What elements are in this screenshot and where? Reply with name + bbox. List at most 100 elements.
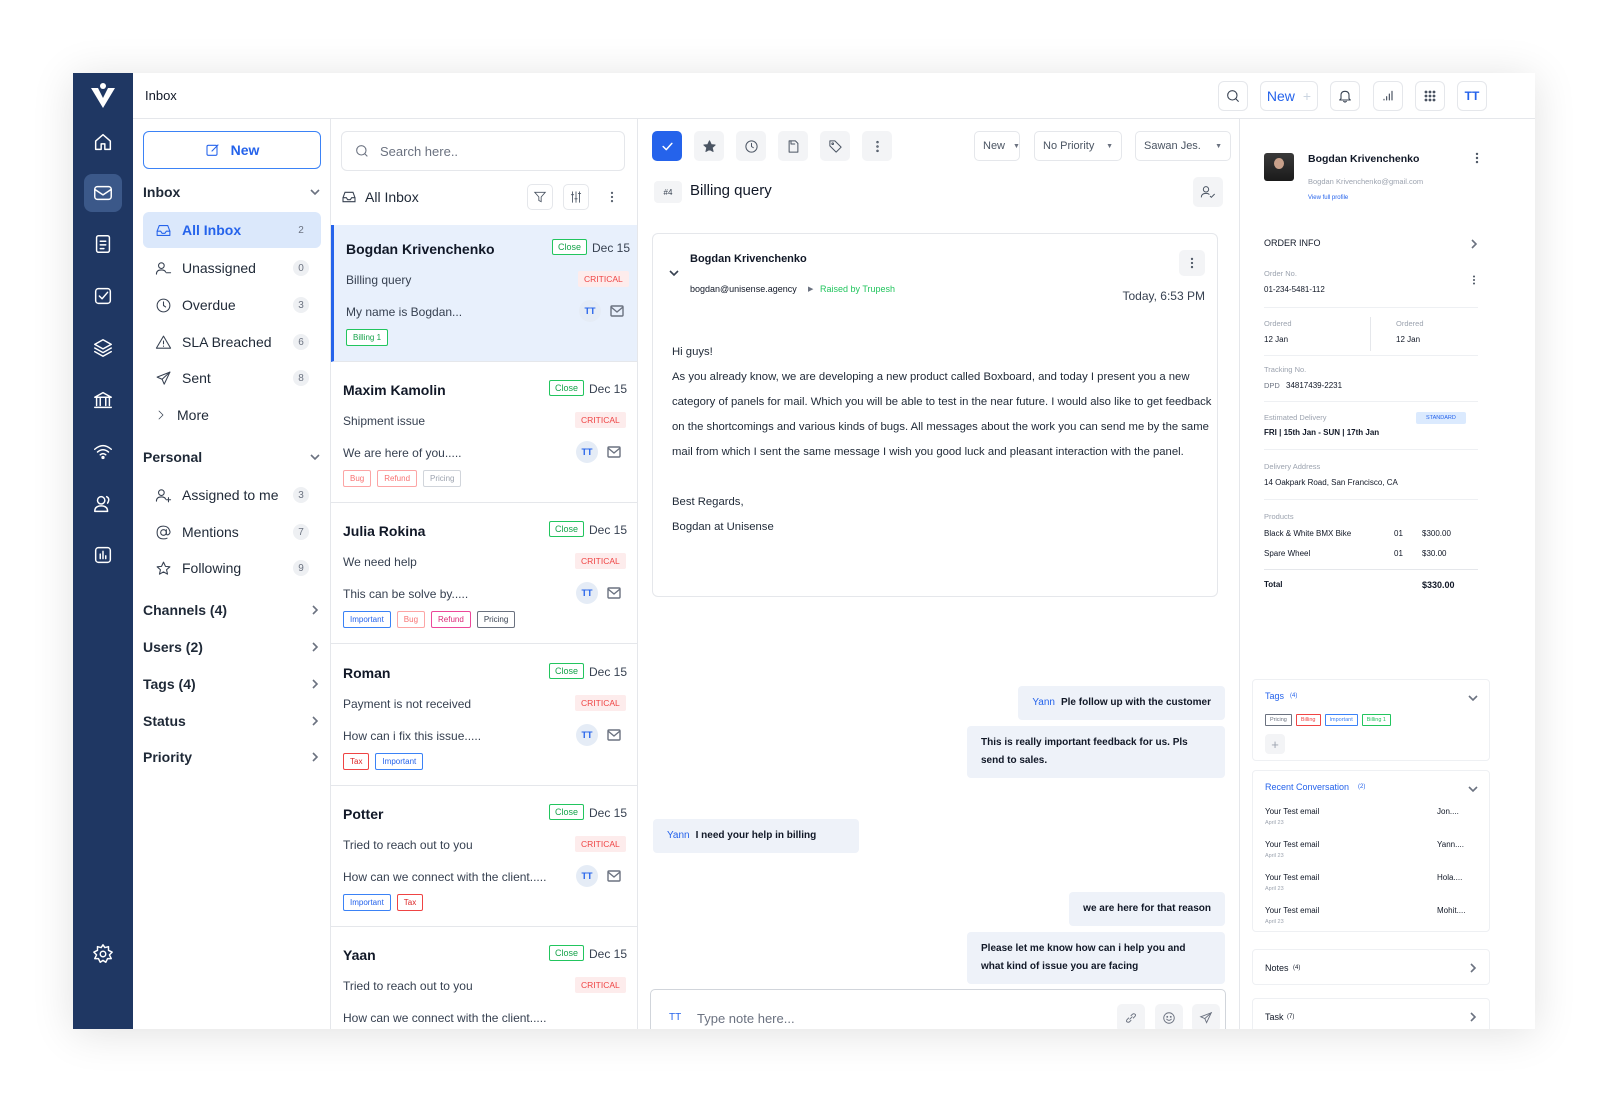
tag-chip[interactable]: Important [343,611,391,628]
inbox-section-toggle[interactable]: Inbox [143,181,321,203]
tracking-number[interactable]: 34817439-2231 [1286,381,1342,390]
tag-chip[interactable]: Important [1324,714,1358,726]
status-select[interactable]: New ▼ [974,131,1020,161]
snooze-button[interactable] [736,131,766,161]
view-full-profile-link[interactable]: View full profile [1308,195,1348,201]
note-composer[interactable]: TT Type note here... [650,989,1226,1029]
filter-button[interactable] [527,184,553,210]
emoji-button[interactable] [1155,1004,1183,1029]
app-logo[interactable] [88,81,118,111]
status-badge[interactable]: Close [549,521,585,537]
search-input[interactable]: Search here.. [341,131,625,171]
nav-group-status[interactable]: Status [143,710,321,732]
notes-card[interactable]: Notes (4) [1252,949,1490,985]
more-vertical-icon[interactable] [1468,274,1480,286]
priority-select[interactable]: No Priority ▼ [1034,131,1122,161]
layers-icon[interactable] [84,329,122,367]
conversation-item[interactable]: Yaan Close Dec 15 Tried to reach out to you… [331,931,637,1029]
bank-icon[interactable] [84,381,122,419]
save-button[interactable] [778,131,808,161]
conversation-item[interactable]: Roman Close Dec 15 Payment is not received C… [331,649,637,786]
assign-user-button[interactable] [1193,177,1223,207]
assignee-select[interactable]: Sawan Jes. ▼ [1135,131,1231,161]
nav-group-priority[interactable]: Priority [143,746,321,768]
tags-heading[interactable]: Tags [1265,691,1284,701]
tag-chip[interactable]: Tax [343,753,370,770]
tag-chip[interactable]: Important [343,894,391,911]
list-menu-button[interactable] [599,184,625,210]
analytics-icon[interactable] [84,536,122,574]
status-badge[interactable]: Close [549,804,585,820]
nav-group-channels[interactable]: Channels (4) [143,599,321,621]
star-button[interactable] [694,131,724,161]
chevron-down-icon[interactable] [1467,692,1479,704]
nav-item-all-inbox[interactable]: All Inbox 2 [143,212,321,248]
nav-item-following[interactable]: Following 9 [143,550,321,586]
tag-chip[interactable]: Tax [396,894,424,911]
nav-item-mentions[interactable]: Mentions 7 [143,514,321,550]
tag-chip[interactable]: Refund [431,611,471,628]
recent-conversation-row[interactable]: Your Test email April 23 Mohit.... [1265,906,1477,936]
send-button[interactable] [1192,1004,1220,1029]
compose-new-button[interactable]: New [143,131,321,169]
global-search-button[interactable] [1218,81,1248,111]
tag-chip[interactable]: Pricing [476,611,516,628]
tag-chip[interactable]: Billing [1295,714,1321,726]
user-avatar-button[interactable]: TT [1457,81,1487,111]
attach-button[interactable] [1117,1004,1145,1029]
conversation-item[interactable]: Bogdan Krivenchenko Close Dec 15 Billing qu… [331,225,637,362]
tag-chip[interactable]: Billing 1 [1361,714,1391,726]
more-vertical-icon [1190,257,1194,269]
ticket-menu-button[interactable] [862,131,892,161]
task-check-icon[interactable] [84,277,122,315]
conversation-item[interactable]: Potter Close Dec 15 Tried to reach out to y… [331,790,637,927]
inbox-icon[interactable] [84,174,122,212]
settings-gear-icon[interactable] [84,935,122,973]
sort-settings-button[interactable] [563,184,589,210]
personal-section-toggle[interactable]: Personal [143,446,321,468]
tag-chip[interactable]: Bug [343,470,372,487]
tag-chip[interactable]: Refund [377,470,418,487]
chevron-down-icon[interactable] [1467,783,1479,795]
home-icon[interactable] [84,123,122,161]
status-badge[interactable]: Close [549,663,585,679]
conversation-item[interactable]: Maxim Kamolin Close Dec 15 Shipment issue CR… [331,366,637,503]
conversation-date: Dec 15 [589,665,628,679]
email-menu-button[interactable] [1179,250,1205,276]
nav-item-sent[interactable]: Sent 8 [143,360,321,396]
recent-conversation-row[interactable]: Your Test email April 23 Yann.... [1265,840,1477,870]
tag-chip[interactable]: Bug [396,611,426,628]
more-vertical-icon[interactable] [1470,151,1484,165]
conversation-item[interactable]: Julia Rokina Close Dec 15 We need help CRITI… [331,507,637,644]
nav-item-more[interactable]: More [143,397,321,433]
nav-item-unassigned[interactable]: Unassigned 0 [143,250,321,286]
notifications-button[interactable] [1330,81,1360,111]
tag-chip[interactable]: Pricing [1265,714,1292,726]
chevron-right-icon[interactable] [1468,238,1480,250]
nav-group-tags[interactable]: Tags (4) [143,673,321,695]
nav-item-overdue[interactable]: Overdue 3 [143,287,321,323]
status-badge[interactable]: Close [549,380,585,396]
status-badge[interactable]: Close [552,239,588,255]
recent-conversation-row[interactable]: Your Test email April 23 Hola.... [1265,873,1477,903]
add-tag-button[interactable]: + [1265,734,1285,754]
resolve-check-button[interactable] [652,131,682,161]
document-icon[interactable] [84,225,122,263]
tag-chip[interactable]: Billing 1 [346,329,389,346]
tag-chip[interactable]: Pricing [423,470,462,487]
users-icon[interactable] [84,485,122,523]
apps-grid-button[interactable] [1415,81,1445,111]
collapse-chevron-icon[interactable] [668,267,680,279]
nav-item-assigned-to-me[interactable]: Assigned to me 3 [143,477,321,513]
task-card[interactable]: Task (7) [1252,998,1490,1029]
recent-conversations-heading[interactable]: Recent Conversation [1265,782,1349,792]
nav-group-users[interactable]: Users (2) [143,636,321,658]
tag-chip[interactable]: Important [375,753,424,770]
nav-item-sla-breached[interactable]: SLA Breached 6 [143,324,321,360]
recent-conversation-row[interactable]: Your Test email April 23 Jon.... [1265,807,1477,837]
wifi-icon[interactable] [84,433,122,471]
tag-button[interactable] [820,131,850,161]
topbar-new-button[interactable]: New + [1260,81,1318,111]
status-badge[interactable]: Close [549,945,585,961]
broadcast-button[interactable] [1373,81,1403,111]
